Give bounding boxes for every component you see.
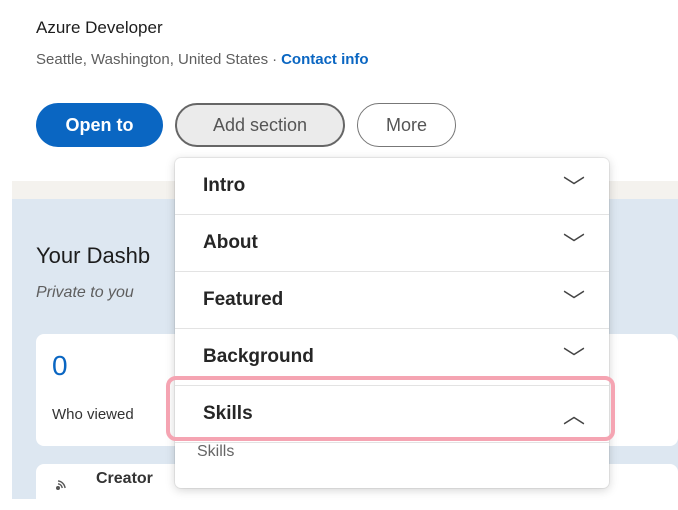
dropdown-subitem-skills[interactable]: Skills [197, 443, 234, 461]
more-button[interactable]: More [357, 103, 456, 147]
broadcast-icon [52, 472, 74, 498]
dropdown-item-label: Intro [203, 175, 246, 196]
chevron-down-icon: ﹀ [562, 346, 585, 371]
creator-mode-label: Creator [96, 470, 153, 487]
profile-views-label: Who viewed [52, 406, 134, 423]
dashboard-title: Your Dashb [36, 243, 151, 268]
chevron-down-icon: ﹀ [562, 289, 585, 314]
chevron-down-icon: ﹀ [562, 175, 585, 200]
dashboard-subtitle: Private to you [36, 284, 134, 301]
contact-info-link[interactable]: Contact info [281, 51, 369, 68]
dropdown-item-label: About [203, 232, 258, 253]
profile-views-count: 0 [52, 350, 68, 381]
dropdown-item-label: Background [203, 346, 314, 367]
open-to-button[interactable]: Open to [36, 103, 163, 147]
dropdown-item-intro[interactable]: Intro ﹀ [175, 158, 609, 215]
location-text: Seattle, Washington, United States [36, 51, 269, 68]
dropdown-item-about[interactable]: About ﹀ [175, 215, 609, 272]
add-section-button[interactable]: Add section [175, 103, 345, 147]
separator: · [272, 51, 278, 68]
profile-headline: Azure Developer [36, 18, 163, 37]
dropdown-item-featured[interactable]: Featured ﹀ [175, 272, 609, 329]
location-row: Seattle, Washington, United States · Conta… [36, 51, 369, 68]
dropdown-item-label: Featured [203, 289, 284, 310]
chevron-down-icon: ﹀ [562, 232, 585, 257]
skills-highlight-outline [166, 376, 615, 441]
